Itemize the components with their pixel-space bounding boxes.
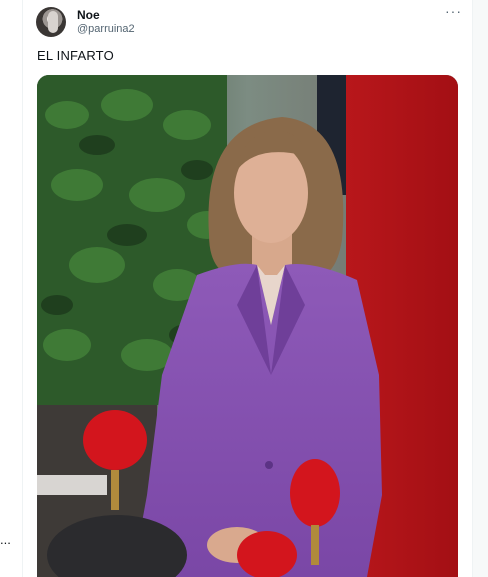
tweet-text: EL INFARTO <box>37 48 114 63</box>
left-column: ... <box>0 0 22 577</box>
author-handle[interactable]: @parruina2 <box>77 23 135 35</box>
tweet-photo[interactable] <box>37 75 458 577</box>
tweet-card[interactable]: Noe @parruina2 ··· EL INFARTO <box>23 0 473 577</box>
author-name[interactable]: Noe <box>77 8 100 22</box>
photo-image <box>37 75 458 577</box>
left-column-dots: ... <box>0 532 11 547</box>
avatar[interactable] <box>36 7 66 37</box>
more-options-icon[interactable]: ··· <box>445 3 462 19</box>
